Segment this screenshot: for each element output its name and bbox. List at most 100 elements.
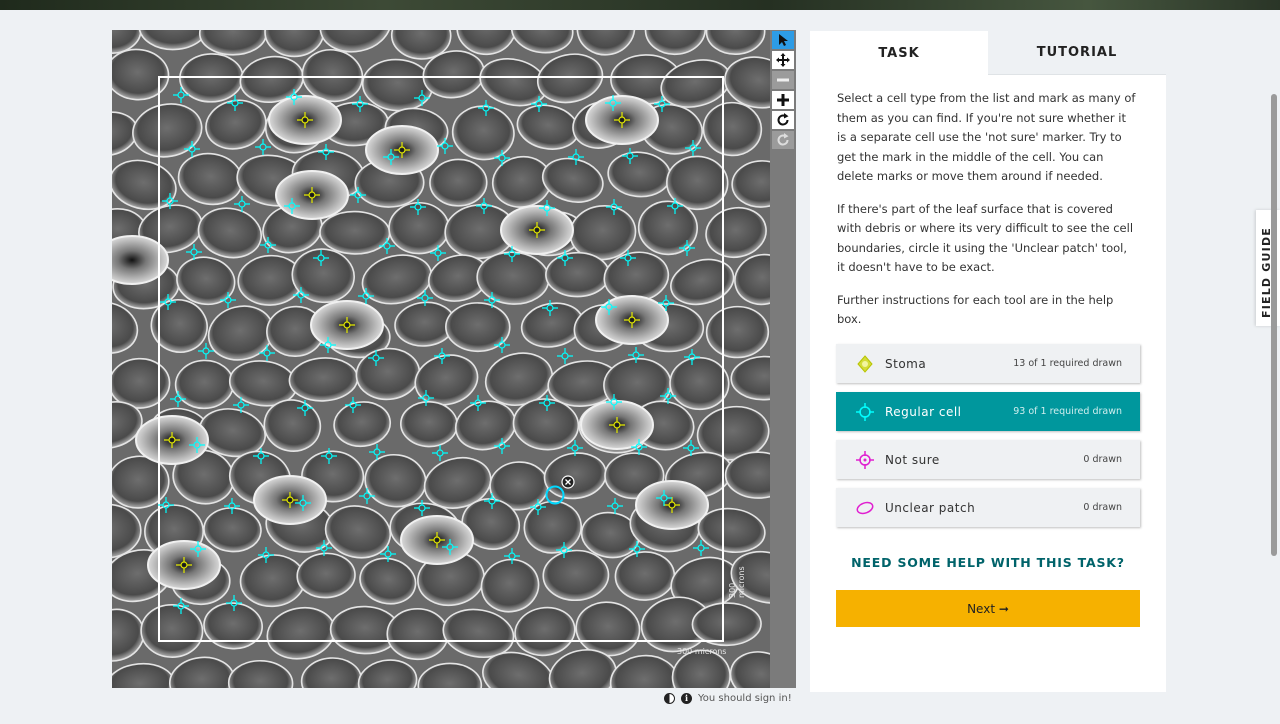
contrast-icon[interactable]: [664, 692, 675, 704]
regular-cell-marker[interactable]: [414, 89, 431, 106]
regular-cell-marker[interactable]: [692, 539, 709, 556]
regular-cell-marker[interactable]: [413, 499, 430, 516]
regular-cell-marker[interactable]: [493, 149, 510, 166]
regular-cell-marker[interactable]: [294, 494, 311, 511]
regular-cell-marker[interactable]: [605, 199, 622, 216]
help-link[interactable]: NEED SOME HELP WITH THIS TASK?: [836, 555, 1140, 570]
regular-cell-marker[interactable]: [682, 439, 699, 456]
regular-cell-marker[interactable]: [430, 245, 447, 262]
regular-cell-marker[interactable]: [478, 100, 495, 117]
regular-cell-marker[interactable]: [316, 540, 333, 557]
regular-cell-marker[interactable]: [358, 287, 375, 304]
regular-cell-marker[interactable]: [313, 249, 330, 266]
leaf-image-viewer[interactable]: 300 microns 300 microns: [112, 30, 770, 688]
regular-cell-marker[interactable]: [197, 342, 214, 359]
regular-cell-marker[interactable]: [234, 195, 251, 212]
regular-cell-marker[interactable]: [659, 388, 676, 405]
regular-cell-marker[interactable]: [539, 200, 556, 217]
regular-cell-marker[interactable]: [383, 149, 400, 166]
regular-cell-marker[interactable]: [557, 250, 573, 267]
regular-cell-marker[interactable]: [556, 542, 573, 559]
regular-cell-marker[interactable]: [284, 197, 301, 214]
regular-cell-marker[interactable]: [622, 148, 639, 164]
regular-cell-marker[interactable]: [436, 137, 453, 154]
regular-cell-marker[interactable]: [351, 96, 368, 113]
regular-cell-marker[interactable]: [190, 540, 207, 557]
stoma-marker[interactable]: [304, 187, 320, 203]
tool-unclear-patch[interactable]: Unclear patch 0 drawn: [836, 488, 1140, 527]
regular-cell-marker[interactable]: [531, 95, 548, 112]
stoma-marker[interactable]: [176, 557, 192, 573]
regular-cell-marker[interactable]: [493, 437, 510, 454]
stoma-marker[interactable]: [624, 312, 640, 328]
zoom-out-button[interactable]: [772, 71, 794, 89]
regular-cell-marker[interactable]: [600, 298, 617, 315]
regular-cell-marker[interactable]: [185, 244, 202, 261]
regular-cell-marker[interactable]: [658, 295, 675, 312]
tab-task[interactable]: TASK: [810, 31, 988, 75]
regular-cell-marker[interactable]: [541, 299, 558, 316]
stoma-marker[interactable]: [609, 417, 625, 433]
regular-cell-marker[interactable]: [380, 546, 397, 563]
regular-cell-marker[interactable]: [293, 287, 310, 304]
regular-cell-marker[interactable]: [433, 347, 450, 364]
regular-cell-marker[interactable]: [504, 245, 521, 262]
regular-cell-marker[interactable]: [606, 393, 623, 410]
regular-cell-marker[interactable]: [255, 138, 272, 155]
regular-cell-marker[interactable]: [161, 192, 178, 209]
regular-cell-marker[interactable]: [410, 199, 427, 216]
regular-cell-marker[interactable]: [259, 345, 276, 362]
regular-cell-marker[interactable]: [666, 197, 683, 214]
stoma-marker[interactable]: [297, 112, 313, 128]
regular-cell-marker[interactable]: [475, 198, 492, 215]
regular-cell-marker[interactable]: [417, 390, 434, 407]
regular-cell-marker[interactable]: [317, 143, 334, 160]
regular-cell-marker[interactable]: [226, 594, 243, 611]
regular-cell-marker[interactable]: [160, 294, 177, 311]
page-scrollbar[interactable]: [1271, 94, 1277, 556]
tab-tutorial[interactable]: TUTORIAL: [988, 31, 1166, 75]
regular-cell-marker[interactable]: [319, 337, 336, 354]
regular-cell-marker[interactable]: [368, 350, 385, 367]
stoma-marker[interactable]: [614, 112, 630, 128]
regular-cell-marker[interactable]: [416, 289, 433, 306]
regular-cell-marker[interactable]: [172, 597, 189, 614]
info-icon[interactable]: i: [681, 692, 692, 704]
regular-cell-marker[interactable]: [441, 538, 458, 555]
regular-cell-marker[interactable]: [184, 140, 201, 157]
next-button[interactable]: Next ➞: [836, 590, 1140, 627]
regular-cell-marker[interactable]: [619, 249, 636, 266]
regular-cell-marker[interactable]: [654, 95, 671, 112]
regular-cell-marker[interactable]: [538, 394, 555, 411]
regular-cell-marker[interactable]: [349, 187, 366, 204]
regular-cell-marker[interactable]: [567, 148, 584, 165]
tool-stoma[interactable]: Stoma 13 of 1 required drawn: [836, 344, 1140, 383]
regular-cell-marker[interactable]: [345, 397, 362, 414]
stoma-marker[interactable]: [529, 222, 545, 238]
regular-cell-marker[interactable]: [188, 437, 205, 454]
regular-cell-marker[interactable]: [158, 496, 175, 513]
regular-cell-marker[interactable]: [220, 291, 237, 308]
regular-cell-marker[interactable]: [359, 488, 376, 505]
regular-cell-marker[interactable]: [493, 337, 510, 354]
regular-cell-marker[interactable]: [173, 87, 190, 104]
regular-cell-marker[interactable]: [656, 490, 673, 507]
regular-cell-marker[interactable]: [628, 346, 645, 363]
regular-cell-marker[interactable]: [470, 395, 487, 412]
regular-cell-marker[interactable]: [567, 440, 584, 457]
delete-mark-icon[interactable]: [561, 475, 575, 489]
regular-cell-marker[interactable]: [169, 390, 186, 407]
regular-cell-marker[interactable]: [504, 547, 521, 564]
regular-cell-marker[interactable]: [369, 443, 386, 460]
regular-cell-marker[interactable]: [683, 349, 700, 366]
regular-cell-marker[interactable]: [259, 237, 276, 254]
regular-cell-marker[interactable]: [285, 89, 302, 106]
zoom-in-button[interactable]: [772, 91, 794, 109]
regular-cell-marker[interactable]: [296, 400, 313, 417]
regular-cell-marker[interactable]: [226, 94, 243, 111]
regular-cell-marker[interactable]: [679, 240, 696, 257]
regular-cell-marker[interactable]: [483, 493, 500, 510]
regular-cell-marker[interactable]: [432, 445, 449, 462]
regular-cell-marker[interactable]: [483, 292, 500, 309]
regular-cell-marker[interactable]: [556, 347, 573, 364]
